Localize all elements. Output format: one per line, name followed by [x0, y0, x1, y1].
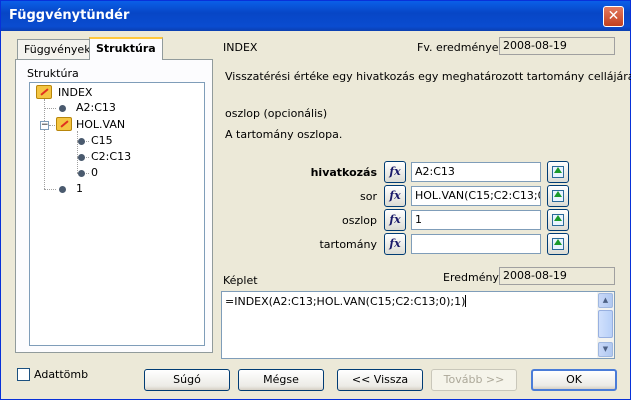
formula-folder-icon [56, 117, 72, 131]
scroll-up-icon[interactable]: ▲ [598, 293, 613, 308]
ok-button[interactable]: OK [531, 369, 617, 391]
title-bar: Függvénytündér ✕ [1, 1, 630, 31]
argument-bullet-icon [59, 186, 66, 193]
argument-description: A tartomány oszlopa. [225, 128, 343, 141]
fx-button-hivatkozas[interactable]: fx [384, 161, 406, 183]
text-caret [465, 295, 467, 307]
tree-connector [44, 189, 56, 190]
arrow-up-icon [554, 239, 562, 245]
tree-node-index[interactable]: INDEX [58, 86, 92, 100]
tree-node-c2c13[interactable]: C2:C13 [91, 150, 131, 164]
tree-connector [44, 108, 56, 109]
tree-node-zero[interactable]: 0 [91, 166, 98, 180]
tab-structure[interactable]: Struktúra [89, 37, 163, 60]
window-title: Függvénytündér [9, 8, 130, 23]
tree-node-one[interactable]: 1 [76, 182, 83, 196]
argument-input-sor[interactable]: HOL.VAN(C15;C2:C13;0) [411, 186, 541, 206]
arrow-up-icon [554, 167, 562, 173]
argument-input-oszlop[interactable]: 1 [411, 210, 541, 230]
scroll-thumb[interactable] [598, 310, 613, 338]
argument-label-tartomany: tartomány [319, 238, 377, 251]
argument-bullet-icon [78, 170, 85, 177]
close-button[interactable]: ✕ [603, 6, 624, 27]
argument-input-hivatkozas[interactable]: A2:C13 [411, 162, 541, 182]
argument-bullet-icon [59, 105, 66, 112]
argument-name: oszlop (opcionális) [225, 107, 328, 120]
tree-connector [77, 131, 78, 173]
formula-text[interactable]: =INDEX(A2:C13;HOL.VAN(C15;C2:C13;0);1) [225, 295, 467, 308]
formula-label: Képlet [223, 274, 258, 287]
next-button[interactable]: Tovább >> [431, 369, 517, 391]
shrink-button-tartomany[interactable] [547, 233, 569, 255]
argument-label-hivatkozas: hivatkozás [310, 166, 377, 179]
tab-functions[interactable]: Függvények [17, 39, 98, 59]
function-description: Visszatérési értéke egy hivatkozás egy m… [225, 70, 631, 83]
structure-tree[interactable]: INDEX A2:C13 − HOL.VAN C15 C2:C13 0 1 [29, 82, 205, 346]
formula-scrollbar[interactable]: ▲ ▼ [597, 292, 614, 358]
shrink-button-sor[interactable] [547, 185, 569, 207]
argument-label-oszlop: oszlop [341, 214, 377, 227]
tree-node-c15[interactable]: C15 [91, 134, 113, 148]
help-button[interactable]: Súgó [144, 369, 230, 391]
fx-button-tartomany[interactable]: fx [384, 233, 406, 255]
function-result-field: 2008-08-19 [499, 37, 615, 55]
arrow-up-icon [554, 191, 562, 197]
function-name: INDEX [223, 41, 258, 54]
formula-value: =INDEX(A2:C13;HOL.VAN(C15;C2:C13;0);1) [225, 295, 466, 308]
formula-editor[interactable]: =INDEX(A2:C13;HOL.VAN(C15;C2:C13;0);1) ▲… [221, 291, 615, 359]
scroll-down-icon[interactable]: ▼ [598, 342, 613, 357]
function-result-label: Fv. eredménye: [417, 41, 503, 54]
argument-bullet-icon [78, 154, 85, 161]
collapse-icon[interactable]: − [40, 121, 49, 130]
tree-connector [44, 99, 45, 189]
formula-folder-icon [36, 85, 52, 99]
shrink-button-hivatkozas[interactable] [547, 161, 569, 183]
fx-button-sor[interactable]: fx [384, 185, 406, 207]
argument-label-sor: sor [360, 190, 377, 203]
result-label: Eredmény [443, 271, 499, 284]
argument-input-tartomany[interactable] [411, 234, 541, 254]
shrink-button-oszlop[interactable] [547, 209, 569, 231]
structure-label: Struktúra [27, 67, 79, 80]
tree-node-holvan[interactable]: HOL.VAN [76, 118, 125, 132]
argument-bullet-icon [78, 138, 85, 145]
fx-button-oszlop[interactable]: fx [384, 209, 406, 231]
tree-node-a2c13[interactable]: A2:C13 [76, 101, 116, 115]
result-field: 2008-08-19 [499, 267, 615, 285]
arrow-up-icon [554, 215, 562, 221]
cancel-button[interactable]: Mégse [238, 369, 324, 391]
back-button[interactable]: << Vissza [337, 369, 423, 391]
array-checkbox[interactable] [17, 368, 30, 381]
function-wizard-dialog: Függvénytündér ✕ Függvények Struktúra St… [0, 0, 631, 400]
array-checkbox-label[interactable]: Adattömb [34, 368, 88, 381]
